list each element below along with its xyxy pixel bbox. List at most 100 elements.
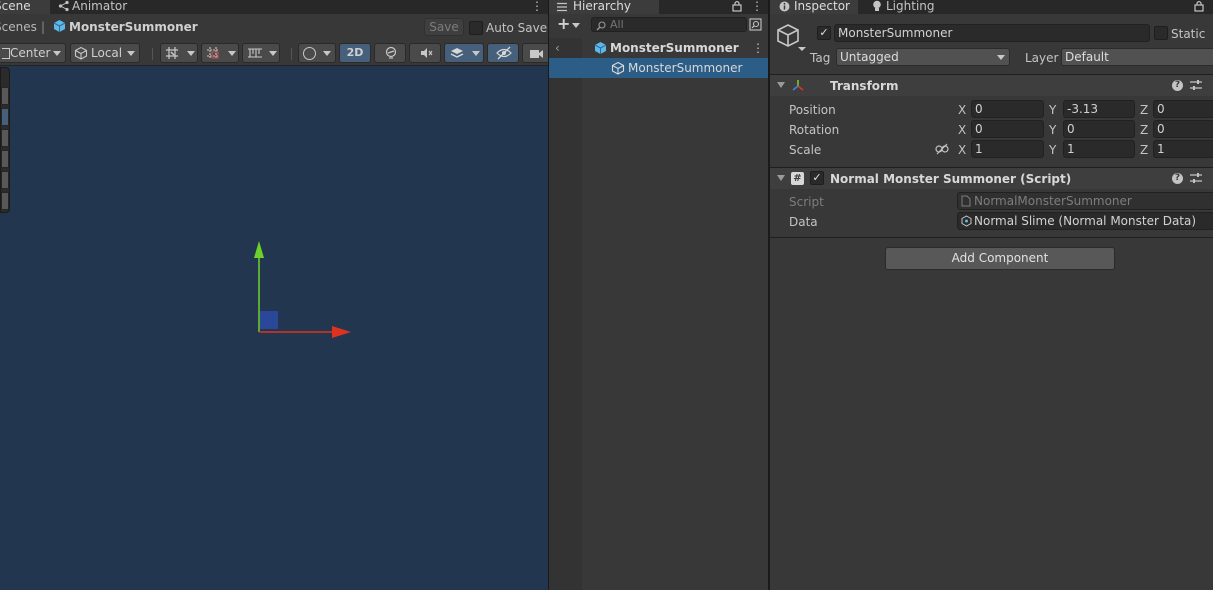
hidden-eye-icon: [496, 46, 512, 65]
scene-visibility-toggle[interactable]: [487, 43, 519, 63]
mode-2d-toggle[interactable]: 2D: [339, 43, 371, 63]
object-active-checkbox[interactable]: ✓: [817, 26, 831, 40]
increment-snap-button[interactable]: [242, 43, 280, 63]
hierarchy-item[interactable]: MonsterSummoner: [549, 58, 768, 78]
tab-scene[interactable]: Scene: [0, 0, 50, 14]
position-z-field[interactable]: 0: [1153, 100, 1213, 118]
scale-x-field[interactable]: 1: [971, 140, 1044, 158]
tab-animator[interactable]: Animator: [56, 0, 130, 14]
effects-layers-icon: [450, 46, 464, 65]
rotation-z-field[interactable]: 0: [1153, 120, 1213, 138]
scale-z-field[interactable]: 1: [1153, 140, 1213, 158]
tab-hierarchy[interactable]: Hierarchy: [549, 0, 659, 14]
chevron-down-icon: [323, 51, 331, 56]
axis-x-label[interactable]: X: [958, 143, 966, 157]
lock-icon[interactable]: [1194, 0, 1204, 15]
transform-header[interactable]: Transform ?: [770, 74, 1213, 96]
scene-row-menu-icon[interactable]: ⋮: [752, 42, 764, 54]
gizmo-x-arrow[interactable]: [332, 326, 351, 338]
back-chevron-icon[interactable]: ‹: [555, 38, 560, 58]
scene-panel: Scene Animator ⋮ Scenes | MonsterSummone…: [0, 0, 548, 590]
panel-splitter[interactable]: [548, 0, 549, 590]
rotate-tool-button[interactable]: [1, 129, 9, 147]
lock-icon[interactable]: [732, 0, 742, 15]
transform-icon: [791, 79, 805, 96]
tab-lighting[interactable]: Lighting: [864, 0, 938, 14]
scene-search-icon[interactable]: [749, 18, 762, 34]
panel-splitter[interactable]: [768, 0, 770, 590]
auto-save-checkbox[interactable]: ✓: [469, 21, 483, 35]
chevron-down-icon: [187, 51, 195, 56]
help-icon[interactable]: ?: [1172, 173, 1183, 184]
hierarchy-search-input[interactable]: All: [591, 17, 747, 32]
scriptable-object-icon: [961, 215, 972, 229]
hierarchy-scene-row[interactable]: ‹ MonsterSummoner ⋮: [549, 38, 768, 58]
help-icon[interactable]: ?: [1172, 80, 1183, 91]
rotation-y-field[interactable]: 0: [1063, 120, 1135, 138]
scale-tool-button[interactable]: [1, 150, 9, 168]
rotation-x-field[interactable]: 0: [971, 120, 1044, 138]
move-gizmo[interactable]: [250, 238, 360, 342]
foldout-arrow-icon[interactable]: [777, 82, 785, 88]
scene-breadcrumb-bar: Scenes | MonsterSummoner Save ✓ Auto Sav…: [0, 14, 548, 40]
add-object-button[interactable]: +: [557, 14, 583, 34]
axis-y-label[interactable]: Y: [1049, 123, 1056, 137]
scale-y-field[interactable]: 1: [1063, 140, 1135, 158]
breadcrumb-root[interactable]: Scenes: [0, 20, 37, 34]
constrain-proportions-icon[interactable]: [935, 143, 949, 158]
axis-x-label[interactable]: X: [958, 103, 966, 117]
component-divider: [770, 237, 1213, 238]
scene-more-menu-icon[interactable]: ⋮: [531, 0, 543, 12]
lighting-toggle[interactable]: [374, 43, 406, 63]
save-button[interactable]: Save: [424, 18, 464, 36]
draw-mode-button[interactable]: [298, 43, 336, 63]
space-mode-dropdown[interactable]: Local: [70, 43, 140, 63]
grid-snapping-button[interactable]: [160, 43, 198, 63]
gizmo-xy-plane-handle[interactable]: [260, 311, 278, 329]
inspector-panel: Inspector Lighting ✓ MonsterSummoner ✓ S…: [770, 0, 1213, 590]
rect-tool-button[interactable]: [1, 171, 9, 189]
script-file-icon: [961, 195, 971, 209]
axis-z-label[interactable]: Z: [1140, 103, 1148, 117]
tab-inspector[interactable]: Inspector: [770, 0, 858, 14]
axis-z-label[interactable]: Z: [1140, 143, 1148, 157]
toolbar-divider: [291, 48, 292, 60]
object-name-field[interactable]: MonsterSummoner: [834, 24, 1150, 42]
view-tool-button[interactable]: [1, 87, 9, 105]
settings-sliders-icon[interactable]: [1190, 172, 1202, 187]
layer-dropdown[interactable]: Default: [1061, 48, 1213, 66]
script-enabled-checkbox[interactable]: ✓: [810, 171, 824, 185]
gameobject-large-icon[interactable]: [776, 23, 806, 56]
axis-x-label[interactable]: X: [958, 123, 966, 137]
axis-y-label[interactable]: Y: [1049, 143, 1056, 157]
hierarchy-more-menu-icon[interactable]: ⋮: [751, 0, 763, 12]
axis-z-label[interactable]: Z: [1140, 123, 1148, 137]
gizmo-y-arrow[interactable]: [254, 241, 264, 258]
pivot-mode-dropdown[interactable]: Center: [0, 43, 66, 63]
foldout-arrow-icon[interactable]: [777, 175, 785, 181]
add-component-button[interactable]: Add Component: [885, 247, 1115, 270]
breadcrumb-current[interactable]: MonsterSummoner: [69, 20, 198, 34]
data-object-field[interactable]: Normal Slime (Normal Monster Data): [957, 212, 1213, 230]
space-mode-label: Local: [91, 46, 123, 60]
gameobject-cube-icon: [611, 61, 625, 81]
settings-sliders-icon[interactable]: [1190, 79, 1202, 94]
position-y-field[interactable]: -3.13: [1063, 100, 1135, 118]
move-tool-button[interactable]: [1, 108, 9, 126]
position-x-field[interactable]: 0: [971, 100, 1044, 118]
audio-toggle[interactable]: [409, 43, 441, 63]
axis-y-label[interactable]: Y: [1049, 103, 1056, 117]
tag-value: Untagged: [840, 50, 899, 64]
effects-dropdown[interactable]: [444, 43, 484, 63]
scale-label: Scale: [789, 143, 822, 157]
script-component-header[interactable]: # ✓ Normal Monster Summoner (Script) ?: [770, 167, 1213, 189]
scene-camera-button[interactable]: [522, 43, 548, 63]
scene-viewport[interactable]: [0, 66, 548, 590]
shading-mode-icon: [303, 47, 316, 60]
tag-dropdown[interactable]: Untagged: [836, 48, 1010, 66]
tool-overlay-strip: [0, 67, 10, 213]
grid-snap-icon: [165, 46, 179, 65]
static-checkbox[interactable]: ✓: [1154, 26, 1168, 40]
transform-tool-button[interactable]: [1, 192, 9, 210]
grid-visibility-button[interactable]: [201, 43, 239, 63]
